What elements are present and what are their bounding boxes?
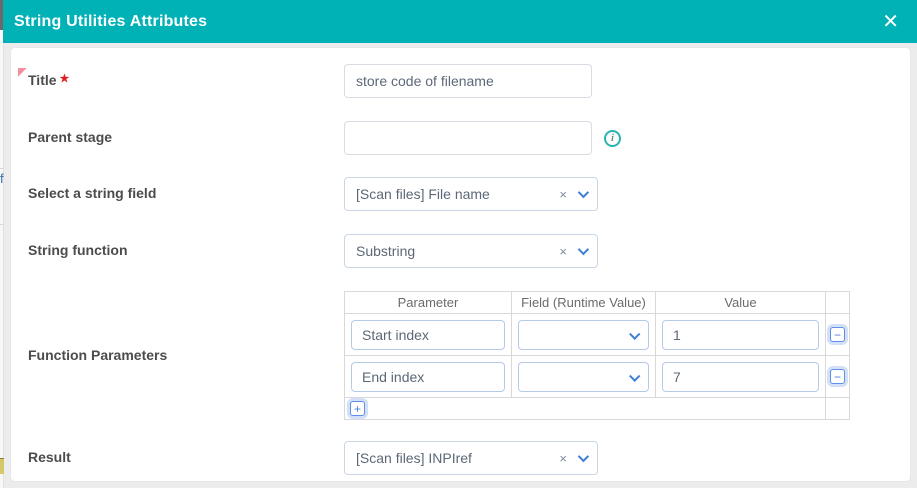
background-page-strip: f: [0, 0, 4, 488]
form-row-string-function: String function Substring ×: [28, 234, 910, 268]
clear-icon[interactable]: ×: [559, 245, 567, 258]
form-row-title: Title ★: [18, 64, 910, 98]
info-icon[interactable]: i: [604, 129, 621, 147]
parent-stage-label: Parent stage: [28, 129, 113, 145]
modal-title: String Utilities Attributes: [14, 12, 208, 30]
parameter-input[interactable]: [351, 319, 505, 350]
changed-flag-icon: [18, 68, 27, 77]
result-label: Result: [28, 449, 71, 465]
string-field-selected-value: [Scan files] File name: [356, 186, 490, 202]
background-divider: [0, 168, 4, 169]
result-label-col: Result: [28, 449, 344, 467]
close-icon[interactable]: ✕: [878, 10, 903, 34]
string-field-select[interactable]: [Scan files] File name ×: [344, 177, 598, 211]
field-runtime-value-select[interactable]: [518, 361, 649, 392]
parameter-input[interactable]: [351, 361, 505, 392]
function-parameters-label-col: Function Parameters: [28, 347, 344, 365]
parent-stage-label-col: Parent stage: [28, 129, 344, 147]
value-input[interactable]: [662, 361, 819, 392]
string-function-select[interactable]: Substring ×: [344, 234, 598, 268]
string-function-label-col: String function: [28, 242, 344, 260]
modal-body: Title★ Parent stage i Select a string fi…: [10, 47, 911, 482]
add-row-button[interactable]: +: [350, 401, 365, 416]
value-input[interactable]: [662, 319, 819, 350]
remove-row-button[interactable]: −: [830, 369, 845, 384]
column-header-parameter: Parameter: [344, 291, 512, 314]
string-field-label-col: Select a string field: [28, 185, 344, 203]
column-header-field-runtime-value: Field (Runtime Value): [511, 291, 656, 314]
table-footer-row: +: [344, 397, 850, 420]
table-row: −: [344, 355, 850, 398]
column-header-actions: [825, 291, 850, 314]
chevron-down-icon[interactable]: [577, 450, 590, 463]
result-selected-value: [Scan files] INPIref: [356, 450, 472, 466]
chevron-down-icon[interactable]: [577, 186, 590, 199]
chevron-down-icon[interactable]: [629, 370, 641, 382]
string-function-selected-value: Substring: [356, 243, 416, 259]
parent-stage-input[interactable]: [344, 121, 592, 155]
required-star-icon: ★: [59, 73, 70, 85]
string-function-label: String function: [28, 242, 128, 258]
modal-header: String Utilities Attributes ✕: [3, 0, 917, 43]
field-runtime-value-select[interactable]: [518, 319, 649, 350]
title-input[interactable]: [344, 64, 592, 98]
function-parameters-label: Function Parameters: [28, 346, 168, 363]
title-label-col: Title ★: [18, 68, 344, 90]
chevron-down-icon[interactable]: [577, 243, 590, 256]
clear-icon[interactable]: ×: [559, 188, 567, 201]
form-row-result: Result [Scan files] INPIref ×: [28, 441, 910, 475]
column-header-value: Value: [655, 291, 826, 314]
title-label: Title ★: [18, 68, 70, 88]
remove-row-button[interactable]: −: [830, 327, 845, 342]
background-yellow-fragment: [0, 458, 4, 474]
background-text-fragment: f: [0, 171, 4, 186]
string-field-label: Select a string field: [28, 185, 157, 201]
form-row-string-field: Select a string field [Scan files] File …: [28, 177, 910, 211]
chevron-down-icon[interactable]: [629, 328, 641, 340]
form-row-parent-stage: Parent stage i: [28, 121, 910, 155]
function-parameters-table: Parameter Field (Runtime Value) Value −: [344, 291, 850, 420]
result-select[interactable]: [Scan files] INPIref ×: [344, 441, 598, 475]
clear-icon[interactable]: ×: [559, 452, 567, 465]
background-divider: [0, 224, 4, 225]
table-row: −: [344, 313, 850, 356]
table-header-row: Parameter Field (Runtime Value) Value: [344, 291, 850, 314]
form-row-function-parameters: Function Parameters Parameter Field (Run…: [28, 291, 910, 420]
